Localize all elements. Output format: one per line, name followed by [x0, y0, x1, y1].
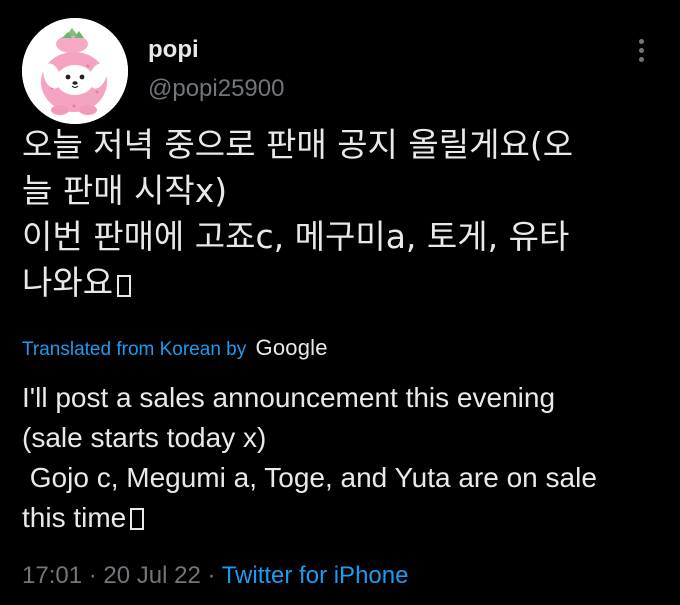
google-logo: Google [255, 335, 328, 360]
tweet-text-line: 늘 판매 시작x) [22, 171, 228, 210]
translated-text-line: Gojo c, Megumi a, Toge, and Yuta are on … [22, 462, 597, 493]
tweet-card: popi @popi25900 오늘 저녁 중으로 판매 공지 올릴게요(오 늘… [0, 0, 680, 605]
more-options-button[interactable] [626, 34, 656, 66]
user-handle[interactable]: @popi25900 [148, 75, 284, 103]
missing-emoji-icon [130, 508, 145, 530]
tweet-time[interactable]: 17:01 [22, 562, 82, 589]
avatar[interactable] [22, 18, 128, 124]
translated-text: I'll post a sales announcement this even… [22, 378, 662, 538]
translated-from-label: Translated from Korean by [22, 339, 247, 360]
translated-text-line: (sale starts today x) [22, 422, 267, 453]
display-name[interactable]: popi [148, 36, 199, 64]
tweet-source-link[interactable]: Twitter for iPhone [222, 562, 409, 589]
meta-separator: · [82, 562, 104, 589]
missing-emoji-icon [117, 275, 132, 297]
translated-text-line: I'll post a sales announcement this even… [22, 382, 556, 413]
tweet-date[interactable]: 20 Jul 22 [103, 562, 200, 589]
pink-dog-plush-icon [22, 18, 128, 124]
meta-separator: · [200, 562, 222, 589]
more-dot [639, 57, 644, 62]
translated-from-link[interactable]: Translated from Korean by Google [22, 335, 328, 361]
tweet-text-line: 나와요 [22, 263, 114, 302]
more-dot [639, 48, 644, 53]
translated-text-line: this time [22, 502, 127, 533]
tweet-text-line: 이번 판매에 고죠c, 메구미a, 토게, 유타 [22, 217, 570, 256]
tweet-text: 오늘 저녁 중으로 판매 공지 올릴게요(오 늘 판매 시작x) 이번 판매에 … [22, 122, 662, 306]
tweet-text-line: 오늘 저녁 중으로 판매 공지 올릴게요(오 [22, 125, 574, 164]
tweet-metadata: 17:01 · 20 Jul 22 · Twitter for iPhone [22, 562, 408, 590]
translated-text-line-with-emoji: this time [22, 498, 662, 538]
tweet-text-line-with-emoji: 나와요 [22, 260, 662, 306]
more-vertical-icon [639, 39, 644, 44]
